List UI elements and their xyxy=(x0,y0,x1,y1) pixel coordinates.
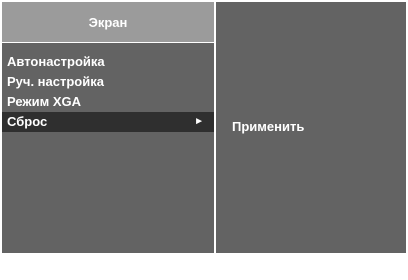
menu-item-label: Руч. настройка xyxy=(7,74,104,89)
menu-item-reset[interactable]: Сброс ► xyxy=(2,112,214,132)
submenu-panel: Применить xyxy=(216,2,406,253)
menu-item-xga-mode[interactable]: Режим XGA xyxy=(2,92,214,112)
right-triangle-icon: ► xyxy=(194,116,204,127)
screen-menu-panel: Экран Автонастройка Руч. настройка Режим… xyxy=(2,2,214,253)
menu-title: Экран xyxy=(2,2,214,43)
menu-list: Автонастройка Руч. настройка Режим XGA С… xyxy=(2,52,214,132)
screen-osd-menu: Экран Автонастройка Руч. настройка Режим… xyxy=(2,2,406,253)
menu-item-label: Автонастройка xyxy=(7,54,105,69)
menu-item-label: Режим XGA xyxy=(7,94,82,109)
menu-item-label: Сброс xyxy=(7,114,48,129)
menu-item-auto-config[interactable]: Автонастройка xyxy=(2,52,214,72)
menu-item-manual-config[interactable]: Руч. настройка xyxy=(2,72,214,92)
apply-option[interactable]: Применить xyxy=(232,119,304,134)
